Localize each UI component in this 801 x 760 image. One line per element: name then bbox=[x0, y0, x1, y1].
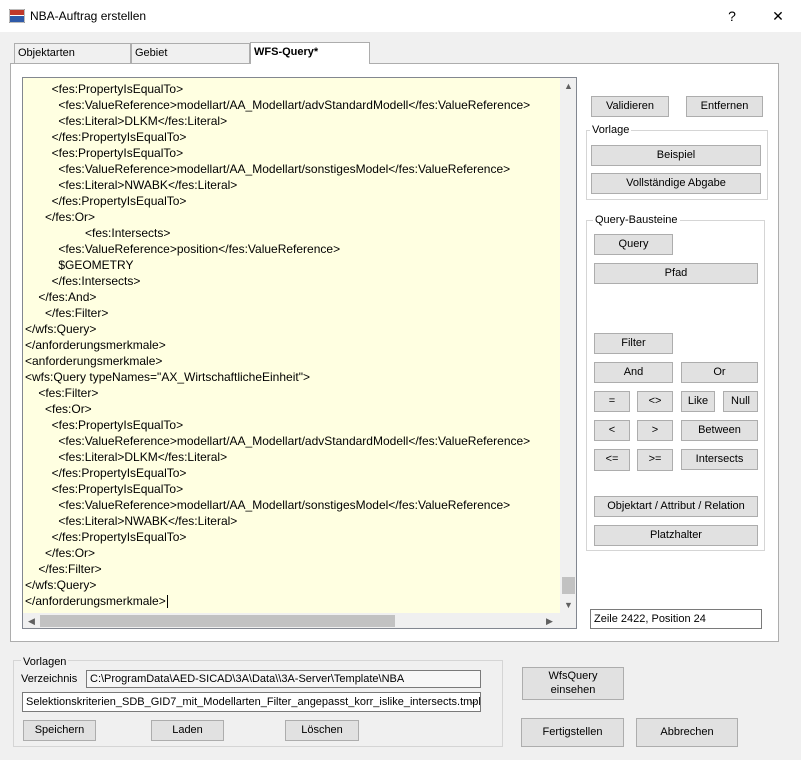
code-line[interactable]: <fes:ValueReference>modellart/AA_Modella… bbox=[25, 433, 557, 449]
scroll-right-icon[interactable]: ▶ bbox=[541, 613, 558, 628]
code-line[interactable]: </anforderungsmerkmale> bbox=[25, 337, 557, 353]
wfsquery-einsehen-line1: WfsQuery bbox=[548, 670, 598, 683]
code-line[interactable]: </fes:Or> bbox=[25, 545, 557, 561]
and-button[interactable]: And bbox=[594, 362, 673, 383]
code-line[interactable]: </fes:Or> bbox=[25, 209, 557, 225]
help-button[interactable]: ? bbox=[709, 0, 755, 32]
filter-button[interactable]: Filter bbox=[594, 333, 673, 354]
tab-gebiet[interactable]: Gebiet bbox=[131, 43, 250, 63]
tab-objektarten[interactable]: Objektarten bbox=[14, 43, 131, 63]
code-line[interactable]: </fes:Filter> bbox=[25, 305, 557, 321]
template-select[interactable]: Selektionskriterien_SDB_GID7_mit_Modella… bbox=[22, 692, 481, 712]
horizontal-scroll-thumb[interactable] bbox=[40, 615, 395, 627]
platzhalter-button[interactable]: Platzhalter bbox=[594, 525, 758, 546]
not-equals-button[interactable]: <> bbox=[637, 391, 673, 412]
null-button[interactable]: Null bbox=[723, 391, 758, 412]
code-line[interactable]: </fes:Filter> bbox=[25, 561, 557, 577]
code-line[interactable]: <fes:Filter> bbox=[25, 385, 557, 401]
window-title: NBA-Auftrag erstellen bbox=[30, 9, 147, 23]
laden-button[interactable]: Laden bbox=[151, 720, 224, 741]
less-than-button[interactable]: < bbox=[594, 420, 630, 441]
entfernen-button[interactable]: Entfernen bbox=[686, 96, 763, 117]
code-line[interactable]: <fes:PropertyIsEqualTo> bbox=[25, 145, 557, 161]
code-line[interactable]: </wfs:Query> bbox=[25, 577, 557, 593]
code-line[interactable]: <wfs:Query typeNames="AX_Wirtschaftliche… bbox=[25, 369, 557, 385]
vertical-scrollbar[interactable]: ▲ ▼ bbox=[560, 78, 576, 613]
vorlage-group-label: Vorlage bbox=[590, 124, 632, 137]
code-line[interactable]: <fes:PropertyIsEqualTo> bbox=[25, 481, 557, 497]
tab-wfs-query[interactable]: WFS-Query* bbox=[250, 42, 370, 64]
code-line[interactable]: <fes:Intersects> bbox=[25, 225, 557, 241]
speichern-button[interactable]: Speichern bbox=[23, 720, 96, 741]
query-editor[interactable]: <fes:PropertyIsEqualTo> <fes:ValueRefere… bbox=[22, 77, 577, 629]
code-line[interactable]: <fes:Literal>DLKM</fes:Literal> bbox=[25, 449, 557, 465]
text-caret bbox=[166, 595, 168, 609]
code-line[interactable]: </fes:And> bbox=[25, 289, 557, 305]
code-line[interactable]: <fes:Literal>NWABK</fes:Literal> bbox=[25, 177, 557, 193]
pfad-button[interactable]: Pfad bbox=[594, 263, 758, 284]
code-line[interactable]: $GEOMETRY bbox=[25, 257, 557, 273]
objektart-attribut-relation-button[interactable]: Objektart / Attribut / Relation bbox=[594, 496, 758, 517]
code-line[interactable]: </fes:Intersects> bbox=[25, 273, 557, 289]
horizontal-scrollbar[interactable]: ◀ ▶ bbox=[23, 613, 560, 628]
code-line[interactable]: <fes:ValueReference>modellart/AA_Modella… bbox=[25, 497, 557, 513]
beispiel-button[interactable]: Beispiel bbox=[591, 145, 761, 166]
abbrechen-button[interactable]: Abbrechen bbox=[636, 718, 738, 747]
equals-button[interactable]: = bbox=[594, 391, 630, 412]
wfsquery-einsehen-button[interactable]: WfsQuery einsehen bbox=[522, 667, 624, 700]
or-button[interactable]: Or bbox=[681, 362, 758, 383]
code-line[interactable]: <fes:ValueReference>modellart/AA_Modella… bbox=[25, 97, 557, 113]
wfsquery-einsehen-line2: einsehen bbox=[550, 683, 596, 696]
code-line[interactable]: </fes:PropertyIsEqualTo> bbox=[25, 529, 557, 545]
code-line[interactable]: <fes:PropertyIsEqualTo> bbox=[25, 81, 557, 97]
code-line[interactable]: <fes:Literal>DLKM</fes:Literal> bbox=[25, 113, 557, 129]
like-button[interactable]: Like bbox=[681, 391, 715, 412]
between-button[interactable]: Between bbox=[681, 420, 758, 441]
greater-equal-button[interactable]: >= bbox=[637, 449, 673, 471]
code-line[interactable]: <fes:PropertyIsEqualTo> bbox=[25, 417, 557, 433]
cursor-position-status: Zeile 2422, Position 24 bbox=[590, 609, 762, 629]
code-line[interactable]: <fes:ValueReference>position</fes:ValueR… bbox=[25, 241, 557, 257]
code-line[interactable]: </fes:PropertyIsEqualTo> bbox=[25, 129, 557, 145]
less-equal-button[interactable]: <= bbox=[594, 449, 630, 471]
vertical-scroll-thumb[interactable] bbox=[562, 577, 575, 594]
query-text[interactable]: <fes:PropertyIsEqualTo> <fes:ValueRefere… bbox=[25, 81, 557, 609]
scrollbar-corner bbox=[560, 613, 576, 628]
scroll-up-icon[interactable]: ▲ bbox=[560, 78, 576, 94]
scroll-left-icon[interactable]: ◀ bbox=[23, 613, 40, 628]
loeschen-button[interactable]: Löschen bbox=[285, 720, 359, 741]
chevron-down-icon[interactable]: ⌵ bbox=[469, 693, 477, 711]
vorlagen-group-label: Vorlagen bbox=[21, 655, 69, 669]
code-line[interactable]: <fes:ValueReference>modellart/AA_Modella… bbox=[25, 161, 557, 177]
title-bar: NBA-Auftrag erstellen ? ✕ bbox=[0, 0, 801, 32]
verzeichnis-field[interactable]: C:\ProgramData\AED-SICAD\3A\Data\\3A-Ser… bbox=[86, 670, 481, 688]
code-line[interactable]: </wfs:Query> bbox=[25, 321, 557, 337]
code-line[interactable]: <anforderungsmerkmale> bbox=[25, 353, 557, 369]
code-line[interactable]: </fes:PropertyIsEqualTo> bbox=[25, 465, 557, 481]
scroll-down-icon[interactable]: ▼ bbox=[560, 597, 576, 613]
code-line[interactable]: </anforderungsmerkmale> bbox=[25, 593, 557, 609]
greater-than-button[interactable]: > bbox=[637, 420, 673, 441]
code-line[interactable]: <fes:Or> bbox=[25, 401, 557, 417]
query-bausteine-label: Query-Bausteine bbox=[593, 214, 680, 227]
code-line[interactable]: <fes:Literal>NWABK</fes:Literal> bbox=[25, 513, 557, 529]
validieren-button[interactable]: Validieren bbox=[591, 96, 669, 117]
query-button[interactable]: Query bbox=[594, 234, 673, 255]
verzeichnis-label: Verzeichnis bbox=[21, 673, 78, 685]
intersects-button[interactable]: Intersects bbox=[681, 449, 758, 470]
fertigstellen-button[interactable]: Fertigstellen bbox=[521, 718, 624, 747]
code-line[interactable]: </fes:PropertyIsEqualTo> bbox=[25, 193, 557, 209]
close-button[interactable]: ✕ bbox=[755, 0, 801, 32]
app-icon bbox=[9, 9, 25, 23]
template-select-value: Selektionskriterien_SDB_GID7_mit_Modella… bbox=[26, 696, 481, 708]
vollstaendige-abgabe-button[interactable]: Vollständige Abgabe bbox=[591, 173, 761, 194]
